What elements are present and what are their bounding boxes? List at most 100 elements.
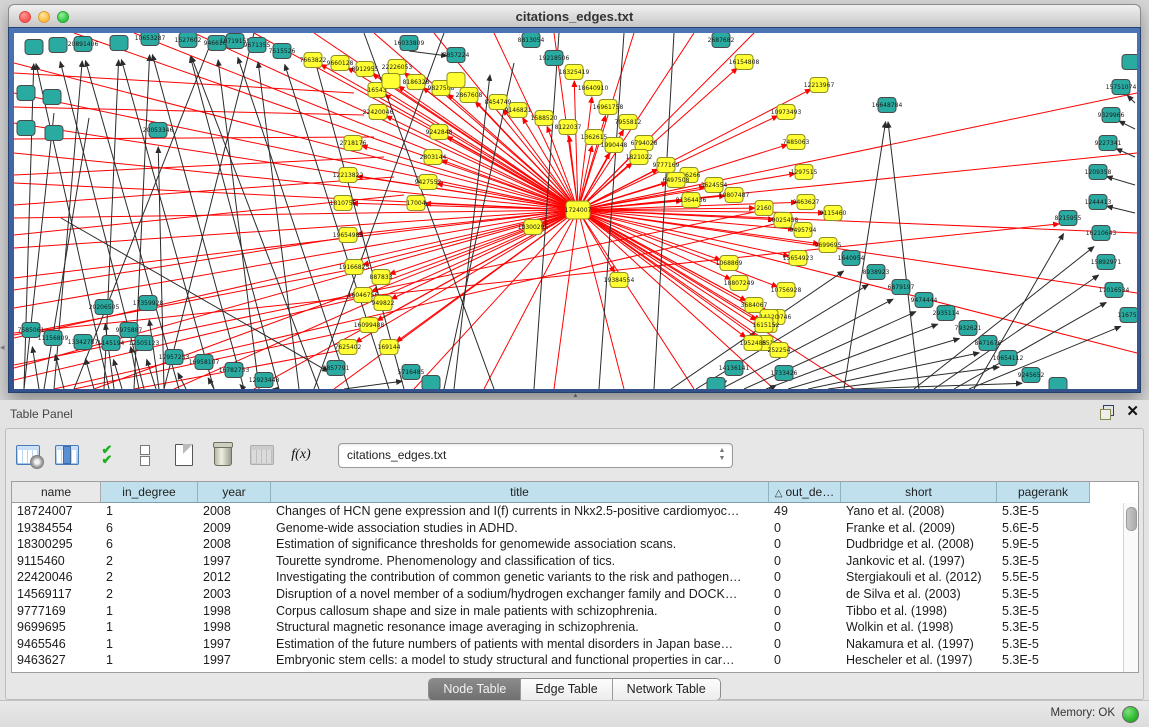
graph-node-teal[interactable]: [17, 121, 35, 136]
column-header-name[interactable]: name: [12, 482, 101, 503]
table-row[interactable]: 1938455462009Genome-wide association stu…: [12, 520, 1124, 537]
graph-node-label: 9474444: [911, 297, 938, 304]
table-row[interactable]: 1830029562008Estimation of significance …: [12, 536, 1124, 553]
table-cell: 6: [101, 536, 198, 553]
table-cell: 22420046: [12, 569, 101, 586]
table-row[interactable]: 2242004622012Investigating the contribut…: [12, 569, 1124, 586]
table-cell: Structural magnetic resonance image aver…: [271, 619, 769, 636]
table-cell: 5.5E-5: [997, 569, 1090, 586]
table-cell: Genome-wide association studies in ADHD.: [271, 520, 769, 537]
graph-node-label: 15654923: [783, 255, 814, 262]
graph-node-teal[interactable]: [49, 38, 67, 53]
unselect-all-columns-button[interactable]: [131, 441, 159, 469]
table-cell: 5.3E-5: [997, 652, 1090, 669]
graph-node-teal[interactable]: [1049, 378, 1067, 390]
graph-node-teal[interactable]: [43, 90, 61, 105]
graph-node-teal[interactable]: [422, 376, 440, 390]
float-panel-icon[interactable]: [1100, 405, 1114, 419]
column-header-pagerank[interactable]: pagerank: [997, 482, 1090, 503]
network-canvas[interactable]: 2089140610653287152760294661631071915596…: [14, 33, 1137, 389]
graph-node-teal[interactable]: [17, 86, 35, 101]
graph-node-label: 12213822: [333, 172, 364, 179]
table-toolbar: ✔✔ f(x) citations_edges.txt ▲▼: [14, 437, 733, 473]
graph-node-label: 19384554: [604, 277, 635, 284]
graph-node-label: 7955812: [615, 119, 642, 126]
graph-node-label: 9463627: [793, 199, 820, 206]
graph-node-label: 10025458: [768, 217, 799, 224]
vertical-scrollbar[interactable]: [1123, 503, 1138, 672]
graph-node-label: 14136141: [719, 365, 750, 372]
graph-node-teal[interactable]: [25, 40, 43, 55]
graph-node-label: 2935114: [933, 310, 960, 317]
table-row[interactable]: 977716911998Corpus callosum shape and si…: [12, 603, 1124, 620]
graph-node-label: 20206505: [89, 304, 120, 311]
table-cell: Tibbo et al. (1998): [841, 603, 997, 620]
graph-node-label: 8186328: [403, 79, 430, 86]
window-titlebar[interactable]: citations_edges.txt: [8, 4, 1141, 28]
table-panel-title: Table Panel: [10, 407, 73, 421]
table-cell: 9777169: [12, 603, 101, 620]
import-table-button-disabled: [248, 441, 276, 469]
table-cell: 5.3E-5: [997, 586, 1090, 603]
cytoscape-app: citations_edges.txt 20891406106532871527…: [0, 0, 1149, 727]
table-cell: 0: [769, 536, 841, 553]
tab-edge-table[interactable]: Edge Table: [521, 679, 612, 700]
table-cell: 5.3E-5: [997, 603, 1090, 620]
table-cell: 0: [769, 586, 841, 603]
table-selector-dropdown[interactable]: citations_edges.txt ▲▼: [338, 443, 733, 468]
close-panel-icon[interactable]: ✕: [1126, 405, 1139, 419]
graph-node-teal[interactable]: [1122, 55, 1137, 70]
citation-network-graph[interactable]: 2089140610653287152760294661631071915596…: [14, 33, 1137, 389]
gear-icon: [30, 455, 44, 469]
panel-collapse-arrow[interactable]: ◂: [0, 341, 7, 353]
delete-column-button[interactable]: [209, 441, 237, 469]
show-columns-button[interactable]: [53, 441, 81, 469]
column-header-in_degree[interactable]: in_degree: [101, 482, 198, 503]
table-cell: Franke et al. (2009): [841, 520, 997, 537]
graph-node-label: 10973493: [771, 109, 802, 116]
graph-node-label: 7585061: [18, 327, 45, 334]
table-row[interactable]: 1456911722003Disruption of a novel membe…: [12, 586, 1124, 603]
graph-node-teal[interactable]: [45, 126, 63, 141]
column-header-title[interactable]: title: [271, 482, 769, 503]
table-cell: 2: [101, 553, 198, 570]
table-cell: 0: [769, 569, 841, 586]
function-builder-button[interactable]: f(x): [287, 441, 315, 469]
graph-node-teal[interactable]: [110, 36, 128, 51]
graph-node-label: 17016534: [1099, 287, 1130, 294]
graph-node-yellow[interactable]: [447, 73, 465, 88]
column-header-year[interactable]: year: [198, 482, 271, 503]
table-row[interactable]: 1872400712008Changes of HCN gene express…: [12, 503, 1124, 520]
graph-node-label: 1733426: [771, 370, 798, 377]
graph-node-label: 7515526: [269, 48, 296, 55]
table-row[interactable]: 969969511998Structural magnetic resonanc…: [12, 619, 1124, 636]
table-row[interactable]: 911546021997Tourette syndrome. Phenomeno…: [12, 553, 1124, 570]
graph-node-label: 16154808: [729, 59, 760, 66]
tab-node-table[interactable]: Node Table: [429, 679, 521, 700]
graph-node-label: 18300295: [518, 224, 549, 231]
splitter-handle[interactable]: ▲: [571, 394, 580, 399]
graph-node-yellow[interactable]: [382, 74, 400, 89]
graph-node-label: 1724007: [565, 207, 592, 214]
column-header-out_de[interactable]: △out_de…: [769, 482, 841, 503]
table-cell: 2: [101, 569, 198, 586]
table-cell: Wolkin et al. (1998): [841, 619, 997, 636]
table-options-button[interactable]: [14, 441, 42, 469]
tab-network-table[interactable]: Network Table: [613, 679, 720, 700]
graph-node-teal[interactable]: [707, 378, 725, 390]
graph-node-label: 9227341: [1095, 140, 1122, 147]
table-cell: 0: [769, 520, 841, 537]
table-cell: 1: [101, 652, 198, 669]
graph-node-label: 16033809: [394, 40, 425, 47]
scrollbar-thumb[interactable]: [1126, 507, 1137, 531]
graph-node-label: 19166825: [339, 264, 370, 271]
new-column-button[interactable]: [170, 441, 198, 469]
table-cell: 2008: [198, 503, 271, 520]
table-cell: 9699695: [12, 619, 101, 636]
table-row[interactable]: 946554611997Estimation of the future num…: [12, 636, 1124, 653]
table-row[interactable]: 946362711997Embryonic stem cells: a mode…: [12, 652, 1124, 669]
column-header-short[interactable]: short: [841, 482, 997, 503]
memory-ok-indicator[interactable]: [1122, 706, 1139, 723]
memory-status-label: Memory: OK: [1050, 707, 1115, 719]
select-all-columns-button[interactable]: ✔✔: [92, 441, 120, 469]
